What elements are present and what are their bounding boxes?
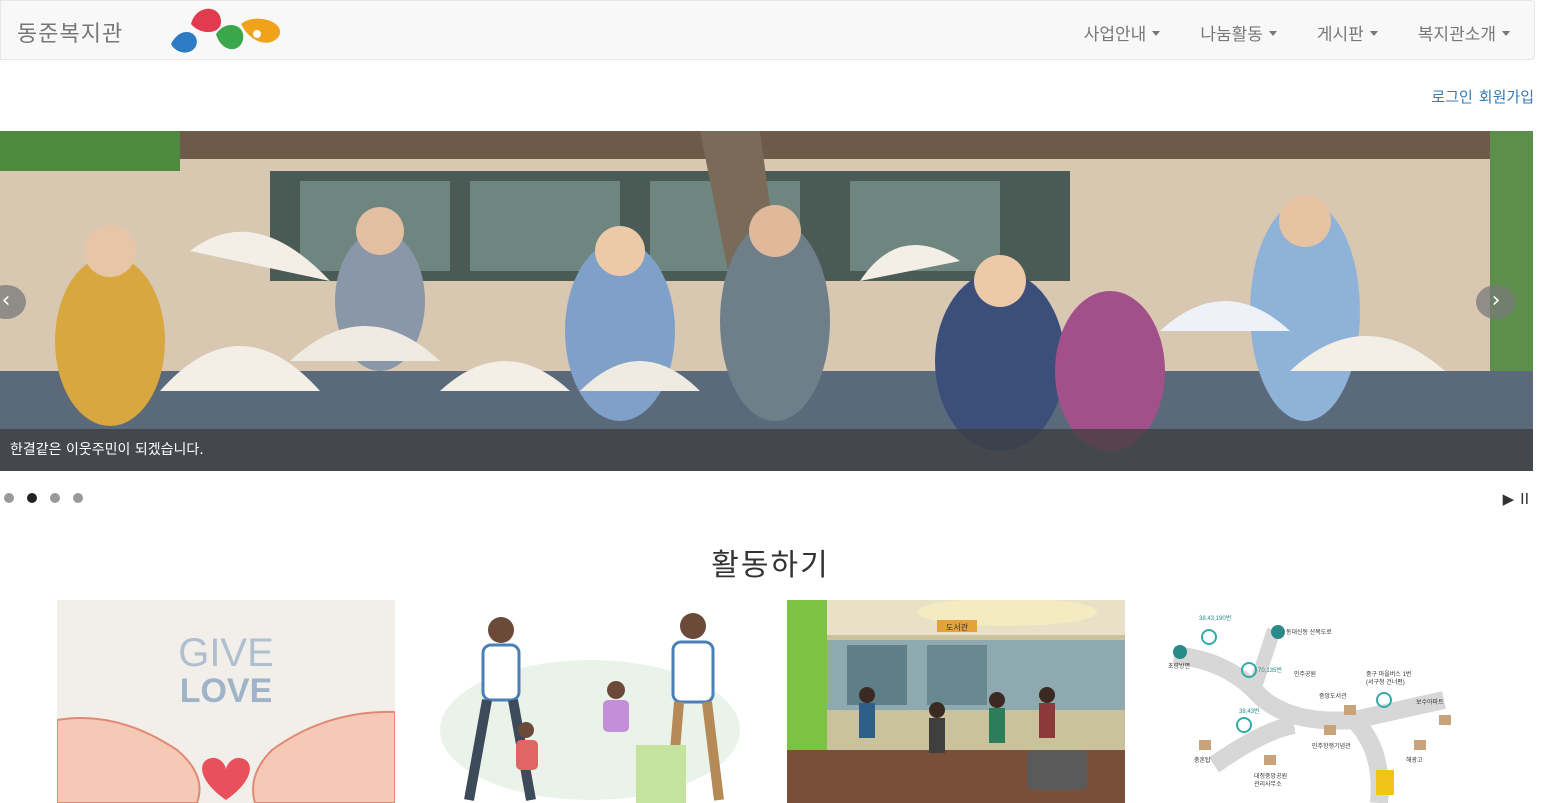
menu-about-label: 복지관소개 — [1417, 25, 1496, 45]
map-label: 민주항쟁기념관 — [1312, 742, 1351, 750]
map-label: 초량방면 — [1168, 662, 1190, 670]
menu-board[interactable]: 게시판 — [1317, 20, 1378, 45]
caret-down-icon — [1268, 31, 1277, 36]
carousel-next-button[interactable]: › — [1476, 285, 1516, 319]
navbar: 동준복지관 사업안내 나눔활동 게시판 복지관소개 — [0, 0, 1535, 60]
menu-board-label: 게시판 — [1316, 25, 1364, 45]
carousel-play-controls: ▶ II — [1503, 490, 1529, 508]
map-label: 대청중앙공원 — [1254, 772, 1287, 780]
map-label: 보수아파트 — [1416, 698, 1444, 706]
give-love-image: GIVE LOVE — [57, 600, 395, 803]
map-label: 관리사무소 — [1254, 780, 1282, 788]
auth-links: 로그인 회원가입 — [1431, 86, 1534, 107]
logo-icon[interactable] — [161, 4, 291, 59]
slide-indicator[interactable] — [4, 493, 14, 503]
slide-indicator-active[interactable] — [27, 493, 37, 503]
carousel-slide-image — [0, 131, 1533, 471]
library-sign: 도서관 — [946, 622, 969, 632]
menu-sharing-label: 나눔활동 — [1200, 25, 1263, 45]
map-label: 민주공원 — [1294, 670, 1316, 678]
menu-about[interactable]: 복지관소개 — [1418, 20, 1510, 45]
map-label: 중구 마을버스 1번 — [1366, 670, 1411, 678]
family-illustration — [421, 600, 759, 803]
brand-name[interactable]: 동준복지관 — [17, 16, 123, 48]
map-label: 70,135번 — [1258, 666, 1282, 674]
map-label: (서구청 건너편) — [1366, 678, 1405, 686]
caret-down-icon — [1152, 31, 1161, 36]
love-text: LOVE — [180, 672, 273, 710]
card-donate[interactable]: GIVE LOVE — [57, 600, 395, 803]
map-label: 38,43,190번 — [1199, 614, 1231, 622]
card-volunteer[interactable] — [421, 600, 759, 803]
slide-indicator[interactable] — [73, 493, 83, 503]
menu-business[interactable]: 사업안내 — [1084, 20, 1161, 45]
play-icon[interactable]: ▶ — [1503, 490, 1515, 508]
caret-down-icon — [1502, 31, 1510, 36]
give-text: GIVE — [178, 631, 274, 675]
slide-caption: 한결같은 이웃주민이 되겠습니다. — [0, 429, 1533, 471]
pause-icon[interactable]: II — [1520, 490, 1529, 508]
login-link[interactable]: 로그인 — [1431, 86, 1472, 107]
signup-link[interactable]: 회원가입 — [1479, 86, 1534, 107]
card-map[interactable]: 38,43,190번 동대신동 산복도로 초량방면 70,135번 민주공원 중… — [1154, 600, 1492, 803]
main-menu: 사업안내 나눔활동 게시판 복지관소개 — [1084, 20, 1510, 45]
card-library[interactable]: 도서관 — [787, 600, 1125, 803]
image-carousel[interactable]: 한결같은 이웃주민이 되겠습니다. ‹ › — [0, 131, 1533, 471]
carousel-indicators — [4, 493, 83, 503]
map-label: 해광고 — [1406, 756, 1423, 764]
map-label: 충혼탑 — [1194, 756, 1211, 764]
slide-indicator[interactable] — [50, 493, 60, 503]
map-label: 동대신동 산복도로 — [1286, 628, 1332, 636]
caret-down-icon — [1369, 31, 1378, 36]
menu-sharing[interactable]: 나눔활동 — [1200, 20, 1277, 45]
map-label: 중앙도서관 — [1319, 692, 1347, 700]
section-title: 활동하기 — [711, 548, 830, 583]
map-label: 38,43번 — [1239, 707, 1260, 715]
menu-business-label: 사업안내 — [1083, 25, 1147, 45]
directions-map: 38,43,190번 동대신동 산복도로 초량방면 70,135번 민주공원 중… — [1154, 600, 1492, 803]
library-photo: 도서관 — [787, 600, 1125, 803]
